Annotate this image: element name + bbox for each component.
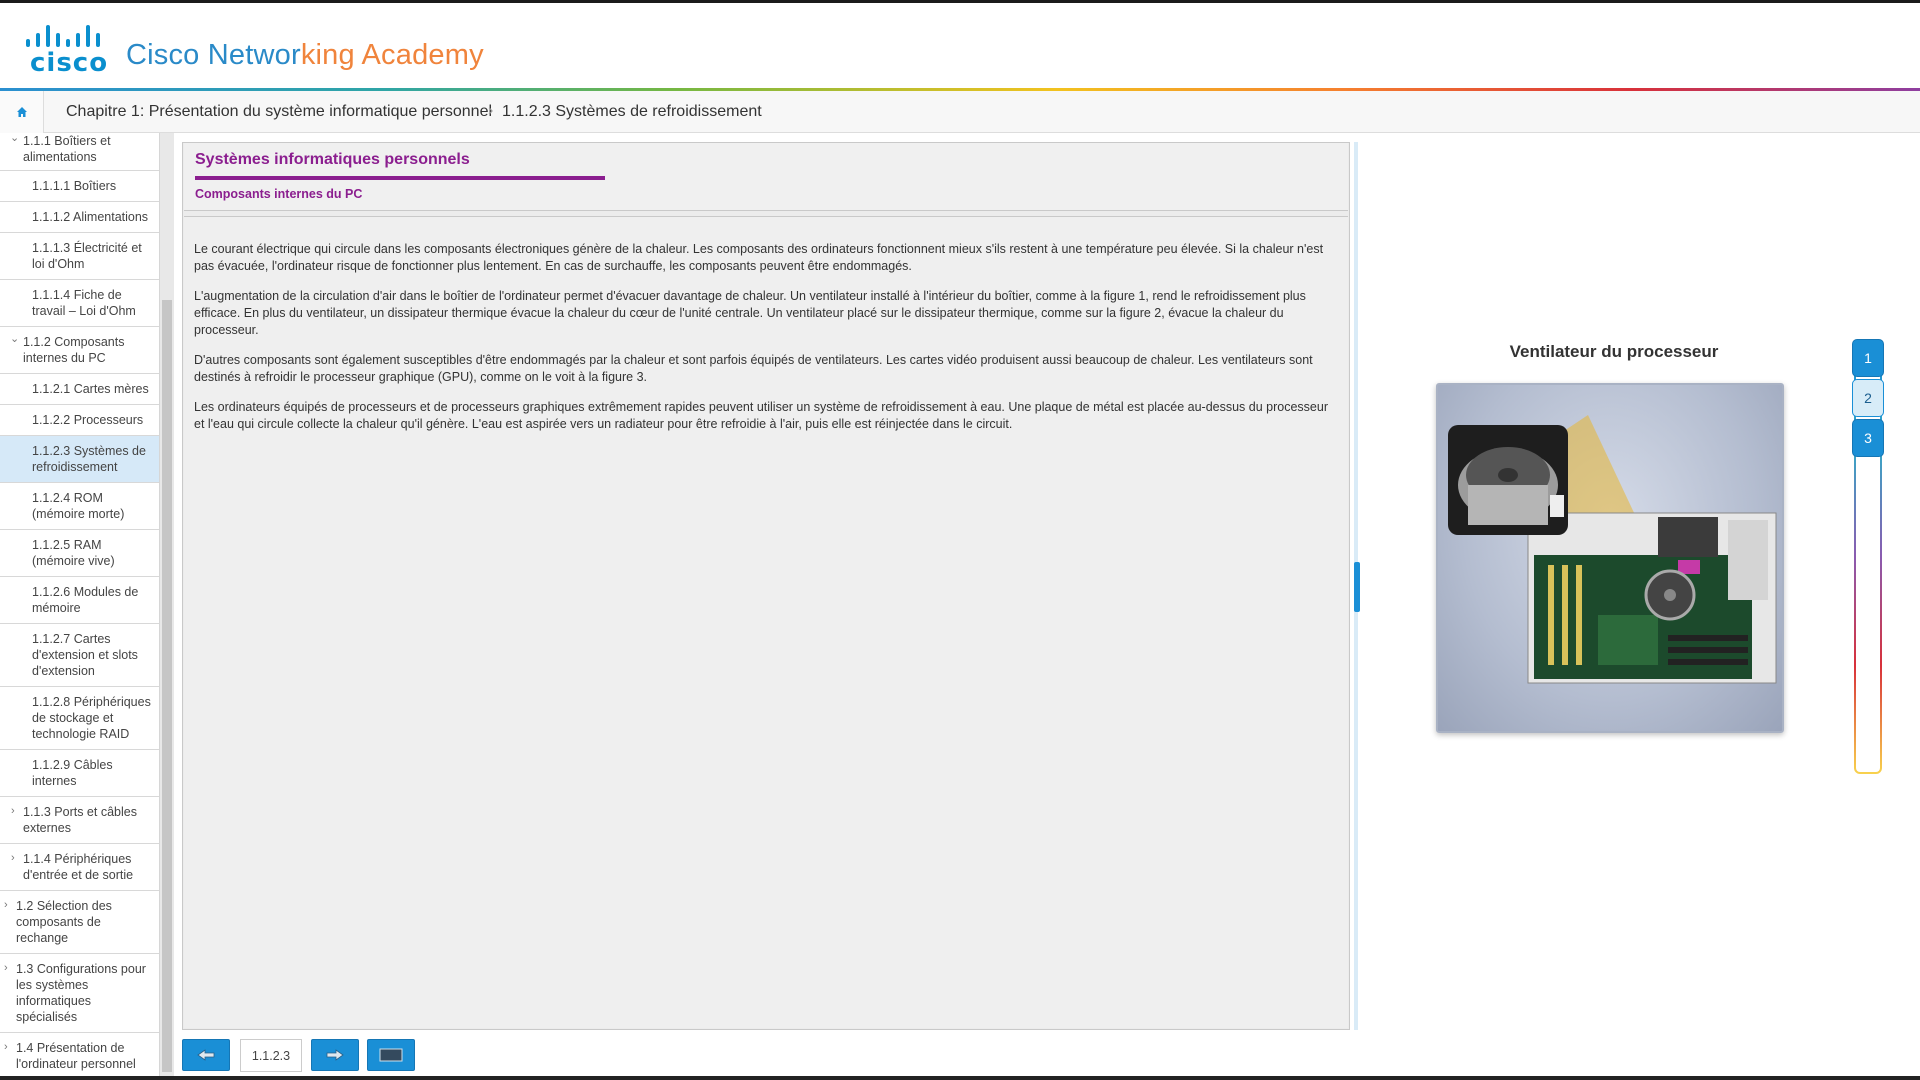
brand-word-1: Cisco	[126, 39, 200, 71]
next-button[interactable]	[311, 1039, 359, 1071]
breadcrumb: Chapitre 1: Présentation du système info…	[0, 91, 1920, 133]
sidebar-item-label: 1.4 Présentation de l'ordinateur personn…	[16, 1041, 136, 1071]
chevron-right-icon: ›	[4, 899, 8, 911]
panel-resize-handle[interactable]	[1354, 562, 1360, 612]
home-icon	[16, 107, 27, 117]
figure-tab-1[interactable]: 1	[1852, 339, 1884, 377]
cisco-wordmark: cisco	[30, 48, 109, 78]
sidebar-item-1-1-3[interactable]: › 1.1.3 Ports et câbles externes	[0, 797, 159, 844]
sidebar-item-1-1-1[interactable]: ⌄ 1.1.1 Boîtiers et alimentations	[0, 133, 159, 171]
previous-button[interactable]	[182, 1039, 230, 1071]
figure-tab-3[interactable]: 3	[1852, 419, 1884, 457]
paragraph-2: L'augmentation de la circulation d'air d…	[194, 289, 1306, 337]
sidebar-item-1-1-1-3[interactable]: 1.1.1.3 Électricité et loi d'Ohm	[0, 233, 159, 280]
sidebar-item-label: 1.1.2.6 Modules de mémoire	[32, 585, 139, 615]
sidebar-item-label: 1.1.2.7 Cartes d'extension et slots d'ex…	[32, 632, 138, 678]
sidebar-item-1-1-2[interactable]: ⌄ 1.1.2 Composants internes du PC	[0, 327, 159, 374]
sidebar-item-label: 1.1.1.1 Boîtiers	[32, 179, 117, 193]
content-header: Systèmes informatiques personnels Compos…	[184, 143, 1348, 211]
sidebar-item-label: 1.3 Configurations pour les systèmes inf…	[16, 962, 146, 1024]
sidebar-item-1-1-1-2[interactable]: 1.1.1.2 Alimentations	[0, 202, 159, 233]
sidebar-item-label: 1.1.4 Périphériques d'entrée et de sorti…	[23, 852, 134, 882]
sidebar-item-1-3[interactable]: › 1.3 Configurations pour les systèmes i…	[0, 954, 159, 1033]
sidebar-item-label: 1.1.3 Ports et câbles externes	[23, 805, 137, 835]
paragraph-3: D'autres composants sont également susce…	[194, 353, 1313, 384]
sidebar-item-1-1-2-6[interactable]: 1.1.2.6 Modules de mémoire	[0, 577, 159, 624]
paragraph-1: Le courant électrique qui circule dans l…	[194, 242, 1324, 273]
cpu-fan-illustration	[1448, 415, 1777, 684]
chevron-right-icon: ›	[4, 962, 8, 974]
sidebar-item-1-1-2-2[interactable]: 1.1.2.2 Processeurs	[0, 405, 159, 436]
chevron-right-icon: ›	[11, 852, 15, 864]
sidebar-item-label: 1.1.1.4 Fiche de travail – Loi d'Ohm	[32, 288, 136, 318]
sidebar-item-label: 1.1.1.3 Électricité et loi d'Ohm	[32, 241, 142, 271]
sidebar-item-label: 1.1.2.5 RAM (mémoire vive)	[32, 538, 115, 568]
sidebar-item-label: 1.1.1.2 Alimentations	[32, 210, 149, 224]
content-subtitle: Composants internes du PC	[195, 187, 363, 201]
sidebar-item-label: 1.2 Sélection des composants de rechange	[16, 899, 112, 945]
content-body: Le courant électrique qui circule dans l…	[184, 216, 1348, 1028]
fullscreen-button[interactable]	[367, 1039, 415, 1071]
bottom-strip	[0, 1076, 1920, 1080]
home-button[interactable]	[0, 91, 44, 133]
cisco-bars-icon	[24, 23, 106, 47]
figure-tab-2[interactable]: 2	[1852, 379, 1884, 417]
breadcrumb-chapter[interactable]: Chapitre 1: Présentation du système info…	[66, 103, 492, 121]
brand-title: Cisco Networking Academy	[126, 39, 484, 72]
sidebar-item-1-1-2-9[interactable]: 1.1.2.9 Câbles internes	[0, 750, 159, 797]
sidebar-item-1-1-1-4[interactable]: 1.1.1.4 Fiche de travail – Loi d'Ohm	[0, 280, 159, 327]
header: cisco Cisco Networking Academy	[0, 3, 1920, 89]
breadcrumb-separator: ›	[488, 102, 494, 119]
sidebar-item-label: 1.1.2.2 Processeurs	[32, 413, 144, 427]
figure-title: Ventilateur du processeur	[1509, 342, 1719, 361]
sidebar-item-label: 1.1.2.9 Câbles internes	[32, 758, 113, 788]
sidebar-item-1-1-4[interactable]: › 1.1.4 Périphériques d'entrée et de sor…	[0, 844, 159, 891]
figure-image	[1436, 383, 1784, 733]
page-number: 1.1.2.3	[240, 1039, 302, 1072]
sidebar-item-1-1-2-4[interactable]: 1.1.2.4 ROM (mémoire morte)	[0, 483, 159, 530]
cisco-logo: cisco	[24, 23, 107, 78]
chevron-right-icon: ›	[11, 805, 15, 817]
sidebar-item-label: 1.1.1 Boîtiers et alimentations	[23, 134, 111, 164]
paragraph-4: Les ordinateurs équipés de processeurs e…	[194, 400, 1328, 431]
brand-word-2a: Networ	[207, 39, 301, 71]
sidebar-item-1-4[interactable]: › 1.4 Présentation de l'ordinateur perso…	[0, 1033, 159, 1080]
chevron-down-icon: ⌄	[10, 333, 20, 345]
sidebar-item-1-1-2-8[interactable]: 1.1.2.8 Périphériques de stockage et tec…	[0, 687, 159, 750]
arrow-left-icon	[197, 1049, 215, 1061]
sidebar-item-label: 1.1.2.8 Périphériques de stockage et tec…	[32, 695, 151, 741]
arrow-right-icon	[326, 1049, 344, 1061]
sidebar-item-label: 1.1.2.1 Cartes mères	[32, 382, 149, 396]
sidebar-item-1-2[interactable]: › 1.2 Sélection des composants de rechan…	[0, 891, 159, 954]
sidebar-nav: ⌄ 1.1.1 Boîtiers et alimentations 1.1.1.…	[0, 133, 160, 1080]
brand-word-3: Academy	[361, 39, 484, 71]
sidebar-scrollbar-thumb[interactable]	[162, 300, 172, 1072]
brand-word-2b: king	[300, 39, 355, 71]
sidebar-item-label: 1.1.2.4 ROM (mémoire morte)	[32, 491, 125, 521]
screen-icon	[379, 1048, 403, 1062]
title-underline	[195, 176, 605, 180]
chevron-down-icon: ⌄	[10, 133, 20, 144]
sidebar-item-1-1-2-5[interactable]: 1.1.2.5 RAM (mémoire vive)	[0, 530, 159, 577]
chevron-right-icon: ›	[4, 1041, 8, 1053]
sidebar-item-1-1-1-1[interactable]: 1.1.1.1 Boîtiers	[0, 171, 159, 202]
sidebar-item-1-1-2-3[interactable]: 1.1.2.3 Systèmes de refroidissement	[0, 436, 159, 483]
sidebar-item-label: 1.1.2 Composants internes du PC	[23, 335, 125, 365]
breadcrumb-current: 1.1.2.3 Systèmes de refroidissement	[502, 103, 762, 120]
content-title: Systèmes informatiques personnels	[195, 151, 470, 168]
sidebar-item-1-1-2-1[interactable]: 1.1.2.1 Cartes mères	[0, 374, 159, 405]
sidebar-item-label: 1.1.2.3 Systèmes de refroidissement	[32, 444, 146, 474]
sidebar-item-1-1-2-7[interactable]: 1.1.2.7 Cartes d'extension et slots d'ex…	[0, 624, 159, 687]
